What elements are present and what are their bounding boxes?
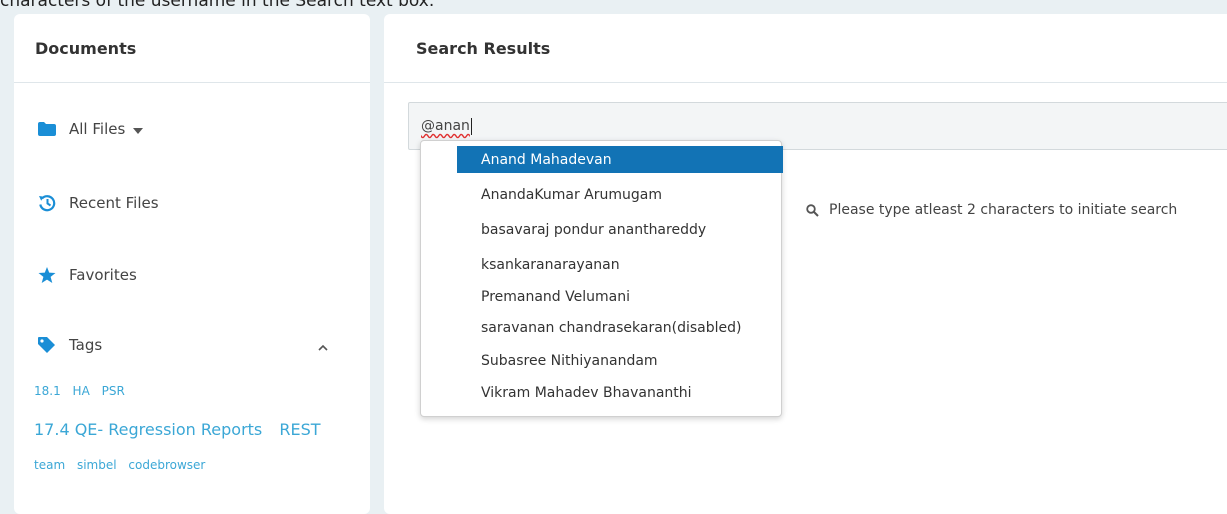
nav-tags-label: Tags — [69, 336, 103, 354]
tag-link[interactable]: HA — [73, 384, 90, 398]
star-icon — [38, 266, 58, 284]
tag-link[interactable]: simbel — [77, 458, 117, 472]
folder-icon — [38, 120, 58, 138]
tag-link[interactable]: REST — [279, 420, 320, 439]
history-icon — [38, 194, 58, 212]
nav-favorites[interactable]: Favorites — [38, 266, 137, 284]
tag-link[interactable]: 18.1 — [34, 384, 61, 398]
nav-all-files[interactable]: All Files — [38, 120, 144, 138]
search-results-title: Search Results — [384, 14, 1227, 83]
instruction-text: characters of the username in the Search… — [0, 0, 435, 11]
suggestion-item[interactable]: Anand Mahadevan — [457, 146, 783, 173]
chevron-up-icon[interactable] — [318, 336, 328, 355]
suggestion-item[interactable]: ksankaranarayanan — [457, 251, 783, 278]
documents-panel: Documents All Files Recent Files Favorit… — [14, 14, 370, 514]
documents-title: Documents — [14, 14, 370, 83]
search-value: @anan — [421, 118, 470, 134]
search-hint-text: Please type atleast 2 characters to init… — [829, 202, 1178, 218]
tags-row-3: team simbel codebrowser — [34, 458, 213, 472]
suggestion-item[interactable]: Vikram Mahadev Bhavananthi — [457, 379, 783, 406]
tag-link[interactable]: PSR — [102, 384, 125, 398]
search-icon — [806, 203, 819, 217]
nav-recent-files[interactable]: Recent Files — [38, 194, 159, 212]
caret-down-icon[interactable] — [133, 120, 144, 138]
nav-tags[interactable]: Tags — [38, 336, 102, 354]
text-cursor — [470, 117, 472, 135]
tag-link[interactable]: 17.4 QE- Regression Reports — [34, 420, 262, 439]
suggestion-item[interactable]: Premanand Velumani — [457, 283, 783, 310]
tag-link[interactable]: codebrowser — [128, 458, 205, 472]
nav-all-files-label: All Files — [69, 120, 126, 138]
tag-icon — [38, 336, 58, 354]
tag-link[interactable]: team — [34, 458, 65, 472]
tags-row-1: 18.1 HA PSR — [34, 384, 133, 398]
suggestion-item[interactable]: AnandaKumar Arumugam — [457, 181, 783, 208]
suggestion-item[interactable]: basavaraj pondur ananthareddy — [457, 216, 783, 243]
nav-favorites-label: Favorites — [69, 266, 137, 284]
nav-recent-files-label: Recent Files — [69, 194, 159, 212]
suggestion-item[interactable]: saravanan chandrasekaran(disabled) — [457, 314, 783, 341]
tags-row-2: 17.4 QE- Regression Reports REST — [34, 420, 333, 439]
user-suggestion-dropdown: Anand Mahadevan AnandaKumar Arumugam bas… — [420, 140, 783, 417]
suggestion-item[interactable]: Subasree Nithiyanandam — [457, 347, 783, 374]
search-hint: Please type atleast 2 characters to init… — [806, 202, 1177, 218]
